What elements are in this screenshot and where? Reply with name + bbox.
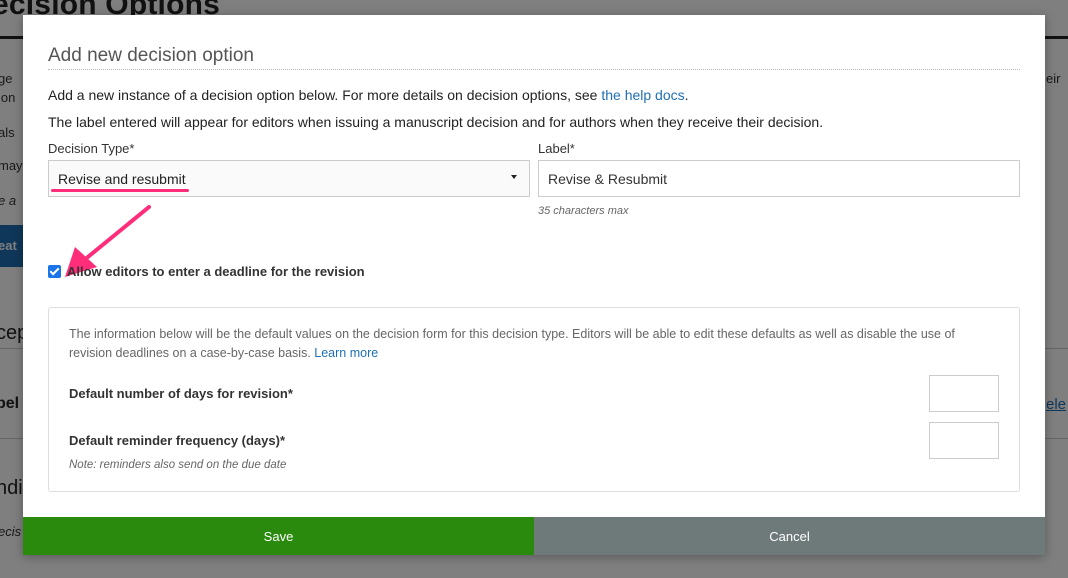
intro-text: Add a new instance of a decision option … (48, 87, 689, 103)
deadline-checkbox-row[interactable]: Allow editors to enter a deadline for th… (48, 264, 365, 279)
decision-type-label: Decision Type* (48, 141, 135, 156)
revision-defaults-panel: The information below will be the defaul… (48, 307, 1020, 492)
defaults-description-text: The information below will be the defaul… (69, 327, 955, 360)
save-button[interactable]: Save (23, 517, 534, 555)
reminder-frequency-label: Default reminder frequency (days)* (69, 433, 286, 448)
reminder-note: Note: reminders also send on the due dat… (69, 459, 287, 471)
reminder-frequency-input[interactable] (929, 422, 999, 459)
deadline-checkbox[interactable] (48, 265, 61, 278)
title-divider (48, 69, 1020, 70)
add-decision-option-modal: Add new decision option Add a new instan… (23, 15, 1045, 555)
deadline-checkbox-label[interactable]: Allow editors to enter a deadline for th… (67, 264, 365, 279)
default-days-input[interactable] (929, 375, 999, 412)
defaults-description: The information below will be the defaul… (69, 325, 999, 363)
caret-down-icon (511, 175, 517, 179)
label-field-label: Label* (538, 141, 575, 156)
intro-text-line2: The label entered will appear for editor… (48, 114, 824, 130)
label-character-hint: 35 characters max (538, 205, 629, 217)
default-days-label: Default number of days for revision* (69, 386, 293, 401)
highlight-underline-annotation (51, 189, 189, 192)
learn-more-link[interactable]: Learn more (314, 346, 378, 360)
modal-title: Add new decision option (48, 45, 254, 66)
intro-text-suffix: . (684, 87, 689, 103)
help-docs-link[interactable]: the help docs (601, 87, 684, 103)
decision-type-selected-value: Revise and resubmit (58, 171, 186, 187)
cancel-button[interactable]: Cancel (534, 517, 1045, 555)
intro-text-prefix: Add a new instance of a decision option … (48, 87, 602, 103)
label-input[interactable] (538, 160, 1020, 197)
